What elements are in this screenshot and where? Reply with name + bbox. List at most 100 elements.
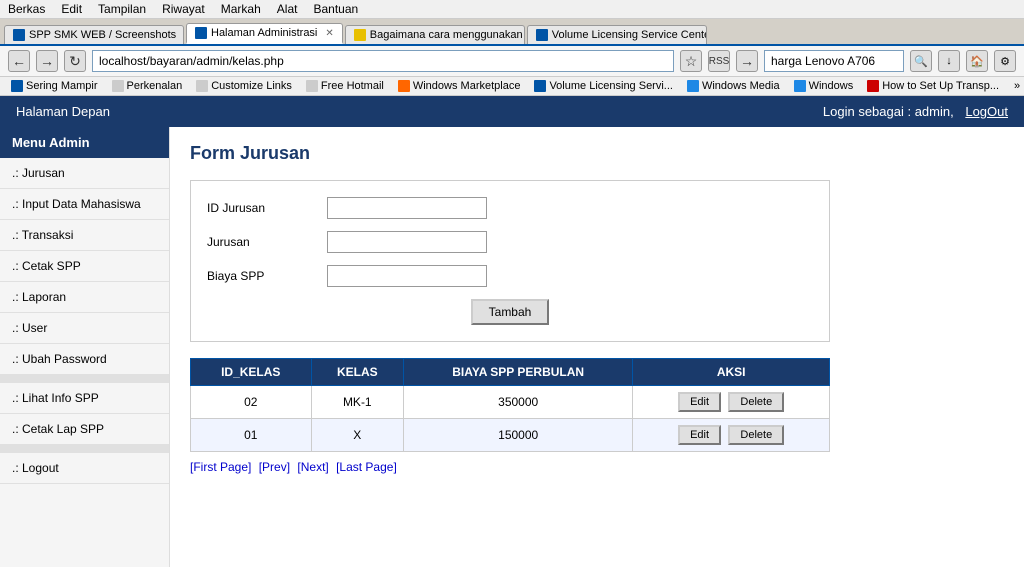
- sidebar-item-logout[interactable]: .: Logout: [0, 453, 169, 484]
- sidebar-item-lihat-info[interactable]: .: Lihat Info SPP: [0, 383, 169, 414]
- back-button[interactable]: ←: [8, 50, 30, 72]
- bookmark-windows[interactable]: Windows: [791, 79, 857, 93]
- nav-bar: ← → ↻ ☆ RSS → 🔍 ↓ 🏠 ⚙: [0, 46, 1024, 77]
- sidebar-item-user[interactable]: .: User: [0, 313, 169, 344]
- menu-bar: Berkas Edit Tampilan Riwayat Markah Alat…: [0, 0, 1024, 19]
- sidebar-separator-2: [0, 445, 169, 453]
- td-biaya-2: 150000: [404, 419, 633, 452]
- tab-spp-smk[interactable]: SPP SMK WEB / Screenshots ✕: [4, 25, 184, 44]
- data-table: ID_KELAS KELAS BIAYA SPP PERBULAN AKSI 0…: [190, 358, 830, 452]
- delete-button-2[interactable]: Delete: [728, 425, 784, 445]
- pagination-first[interactable]: [First Page]: [190, 460, 251, 474]
- main-layout: Menu Admin .: Jurusan .: Input Data Maha…: [0, 127, 1024, 567]
- form-section: ID Jurusan Jurusan Biaya SPP Tambah: [190, 180, 830, 342]
- main-content: Form Jurusan ID Jurusan Jurusan Biaya SP…: [170, 127, 1024, 567]
- form-row-biaya-spp: Biaya SPP: [207, 265, 813, 287]
- label-id-jurusan: ID Jurusan: [207, 201, 327, 215]
- tab-label-3: Bagaimana cara menggunakan mesin cuci...: [370, 29, 525, 41]
- input-jurusan[interactable]: [327, 231, 487, 253]
- sidebar-title: Menu Admin: [0, 127, 169, 158]
- delete-button-1[interactable]: Delete: [728, 392, 784, 412]
- bookmark-label-transp: How to Set Up Transp...: [882, 80, 999, 92]
- bookmarks-bar: Sering Mampir Perkenalan Customize Links…: [0, 77, 1024, 96]
- input-id-jurusan[interactable]: [327, 197, 487, 219]
- bookmark-label-volume: Volume Licensing Servi...: [549, 80, 673, 92]
- bookmark-transp[interactable]: How to Set Up Transp...: [864, 79, 1002, 93]
- search-go-button[interactable]: 🔍: [910, 50, 932, 72]
- tab-bar: SPP SMK WEB / Screenshots ✕ Halaman Admi…: [0, 19, 1024, 46]
- sidebar-item-laporan[interactable]: .: Laporan: [0, 282, 169, 313]
- table-row: 01 X 150000 Edit Delete: [191, 419, 830, 452]
- sidebar-item-cetak-spp[interactable]: .: Cetak SPP: [0, 251, 169, 282]
- refresh-nav-button[interactable]: →: [736, 50, 758, 72]
- menu-alat[interactable]: Alat: [277, 2, 298, 16]
- tambah-button[interactable]: Tambah: [471, 299, 550, 325]
- tab-volume-licensing[interactable]: Volume Licensing Service Center ✕: [527, 25, 707, 44]
- pagination-last[interactable]: [Last Page]: [336, 460, 397, 474]
- pagination-prev[interactable]: [Prev]: [259, 460, 290, 474]
- edit-button-2[interactable]: Edit: [678, 425, 721, 445]
- tools-button[interactable]: ⚙: [994, 50, 1016, 72]
- tab-close-2[interactable]: ✕: [325, 28, 333, 39]
- pagination-next[interactable]: [Next]: [297, 460, 328, 474]
- menu-riwayat[interactable]: Riwayat: [162, 2, 205, 16]
- star-button[interactable]: ☆: [680, 50, 702, 72]
- td-kelas-1: MK-1: [311, 386, 404, 419]
- bookmark-icon-hotmail: [306, 80, 318, 92]
- menu-bantuan[interactable]: Bantuan: [313, 2, 358, 16]
- th-biaya-spp: BIAYA SPP PERBULAN: [404, 359, 633, 386]
- sidebar-item-input-data[interactable]: .: Input Data Mahasiswa: [0, 189, 169, 220]
- bookmark-hotmail[interactable]: Free Hotmail: [303, 79, 387, 93]
- logout-button[interactable]: LogOut: [965, 104, 1008, 119]
- label-biaya-spp: Biaya SPP: [207, 269, 327, 283]
- reload-button[interactable]: ↻: [64, 50, 86, 72]
- input-biaya-spp[interactable]: [327, 265, 487, 287]
- table-row: 02 MK-1 350000 Edit Delete: [191, 386, 830, 419]
- sidebar-item-jurusan[interactable]: .: Jurusan: [0, 158, 169, 189]
- bookmark-volume[interactable]: Volume Licensing Servi...: [531, 79, 676, 93]
- menu-tampilan[interactable]: Tampilan: [98, 2, 146, 16]
- tab-mesin-cuci[interactable]: Bagaimana cara menggunakan mesin cuci...…: [345, 25, 525, 44]
- td-id-kelas-2: 01: [191, 419, 312, 452]
- app-header: Halaman Depan Login sebagai : admin, Log…: [0, 96, 1024, 127]
- bookmark-icon-windows-media: [687, 80, 699, 92]
- bookmark-label-marketplace: Windows Marketplace: [413, 80, 521, 92]
- sidebar: Menu Admin .: Jurusan .: Input Data Maha…: [0, 127, 170, 567]
- app-header-title: Halaman Depan: [16, 104, 110, 119]
- bookmark-label-windows: Windows: [809, 80, 854, 92]
- address-bar[interactable]: [92, 50, 674, 72]
- bookmark-marketplace[interactable]: Windows Marketplace: [395, 79, 524, 93]
- tab-label-4: Volume Licensing Service Center: [552, 29, 707, 41]
- login-text: Login sebagai : admin,: [823, 104, 954, 119]
- bookmark-icon-marketplace: [398, 80, 410, 92]
- bookmark-customize[interactable]: Customize Links: [193, 79, 295, 93]
- edit-button-1[interactable]: Edit: [678, 392, 721, 412]
- menu-edit[interactable]: Edit: [61, 2, 82, 16]
- sidebar-item-transaksi[interactable]: .: Transaksi: [0, 220, 169, 251]
- sidebar-item-ubah-password[interactable]: .: Ubah Password: [0, 344, 169, 375]
- sidebar-separator: [0, 375, 169, 383]
- tab-favicon-1: [13, 29, 25, 41]
- rss-button[interactable]: RSS: [708, 50, 730, 72]
- tab-label-2: Halaman Administrasi: [211, 27, 317, 39]
- forward-button[interactable]: →: [36, 50, 58, 72]
- form-title: Form Jurusan: [190, 143, 1004, 164]
- download-button[interactable]: ↓: [938, 50, 960, 72]
- tab-favicon-4: [536, 29, 548, 41]
- tab-label-1: SPP SMK WEB / Screenshots: [29, 29, 176, 41]
- bookmark-label-perkenalan: Perkenalan: [127, 80, 183, 92]
- bookmarks-more[interactable]: »: [1014, 80, 1020, 92]
- td-id-kelas-1: 02: [191, 386, 312, 419]
- table-header-row: ID_KELAS KELAS BIAYA SPP PERBULAN AKSI: [191, 359, 830, 386]
- search-input[interactable]: [764, 50, 904, 72]
- tab-halaman-admin[interactable]: Halaman Administrasi ✕: [186, 23, 343, 44]
- form-row-jurusan: Jurusan: [207, 231, 813, 253]
- menu-markah[interactable]: Markah: [221, 2, 261, 16]
- home-button[interactable]: 🏠: [966, 50, 988, 72]
- bookmark-windows-media[interactable]: Windows Media: [684, 79, 783, 93]
- menu-berkas[interactable]: Berkas: [8, 2, 45, 16]
- bookmark-perkenalan[interactable]: Perkenalan: [109, 79, 186, 93]
- sidebar-item-cetak-lap[interactable]: .: Cetak Lap SPP: [0, 414, 169, 445]
- th-kelas: KELAS: [311, 359, 404, 386]
- bookmark-sering[interactable]: Sering Mampir: [8, 79, 101, 93]
